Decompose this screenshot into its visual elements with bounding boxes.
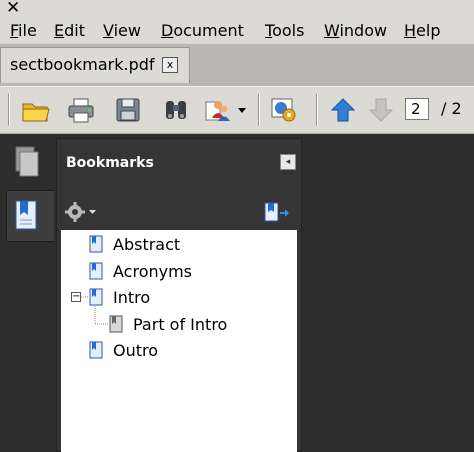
bookmark-acronyms[interactable]: Acronyms: [113, 262, 192, 282]
toolbar-separator: [258, 94, 260, 126]
save-icon[interactable]: [113, 96, 143, 124]
properties-icon[interactable]: [269, 96, 299, 124]
tree-connector: [94, 306, 108, 325]
menu-edit[interactable]: Edit: [54, 21, 85, 41]
page-total: / 2: [441, 99, 462, 118]
expand-bookmark-icon[interactable]: [262, 201, 290, 223]
bookmarks-icon: [15, 200, 37, 230]
menu-tools[interactable]: Tools: [265, 21, 304, 41]
tab-label: sectbookmark.pdf: [10, 55, 155, 74]
bookmark-icon: [89, 341, 103, 359]
tab-close-button[interactable]: x: [162, 57, 178, 73]
bookmark-icon: [89, 288, 103, 306]
document-canvas[interactable]: [302, 134, 474, 452]
menu-document[interactable]: Document: [161, 21, 244, 41]
bookmark-outro[interactable]: Outro: [113, 341, 158, 361]
panel-title: Bookmarks: [66, 155, 154, 171]
bookmark-abstract[interactable]: Abstract: [113, 235, 180, 255]
collapse-panel-button[interactable]: ◂: [280, 154, 296, 170]
collapse-toggle-icon[interactable]: −: [71, 292, 81, 302]
next-page-icon[interactable]: [366, 96, 396, 124]
bookmark-part-of-intro[interactable]: Part of Intro: [133, 315, 227, 335]
toolbar-separator: [8, 94, 10, 126]
find-icon[interactable]: [161, 96, 191, 124]
bookmark-icon: [109, 315, 123, 333]
title-strip: [0, 0, 474, 18]
pages-icon[interactable]: [8, 143, 44, 185]
menu-file[interactable]: File: [10, 21, 37, 41]
bookmark-icon: [89, 262, 103, 280]
bookmark-intro[interactable]: Intro: [113, 288, 150, 308]
collaborate-dropdown-icon[interactable]: [237, 106, 247, 114]
bookmark-icon: [89, 235, 103, 253]
collaborate-icon[interactable]: [204, 96, 234, 124]
close-window-icon[interactable]: ✕: [6, 0, 26, 18]
open-folder-icon[interactable]: [21, 96, 51, 124]
toolbar-separator: [316, 94, 318, 126]
page-number-input[interactable]: 2: [405, 98, 429, 120]
options-gear-icon[interactable]: [64, 201, 100, 223]
menu-window[interactable]: Window: [324, 21, 387, 41]
menu-help[interactable]: Help: [404, 21, 440, 41]
previous-page-icon[interactable]: [328, 96, 358, 124]
print-icon[interactable]: [66, 96, 96, 124]
menu-view[interactable]: View: [103, 21, 141, 41]
